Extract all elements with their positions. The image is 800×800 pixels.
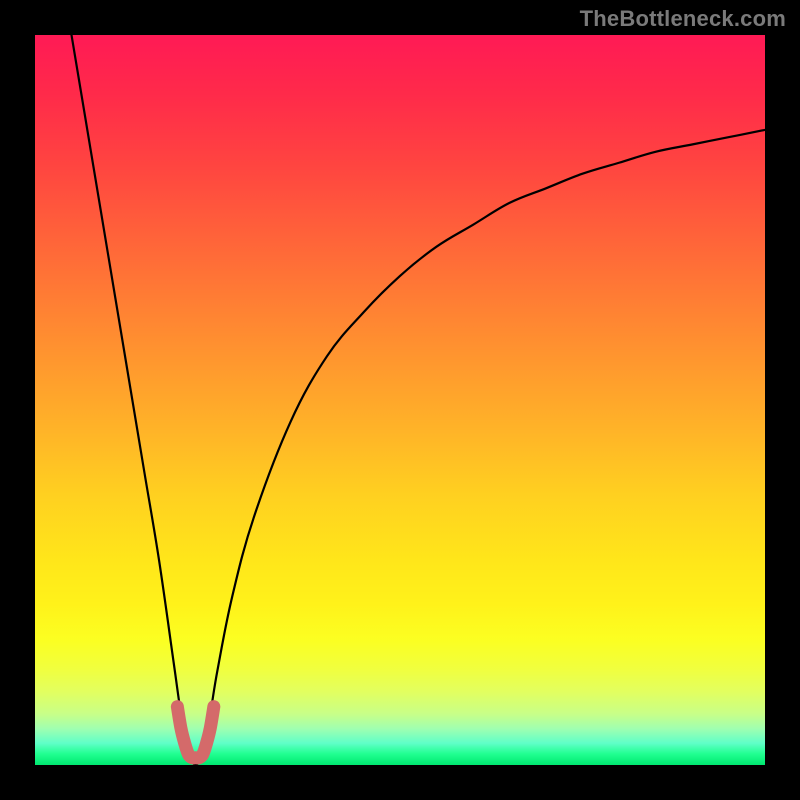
curve-layer bbox=[35, 35, 765, 765]
chart-frame: TheBottleneck.com bbox=[0, 0, 800, 800]
optimal-marker bbox=[177, 707, 214, 758]
watermark-text: TheBottleneck.com bbox=[580, 6, 786, 32]
bottleneck-curve bbox=[72, 35, 766, 765]
plot-area bbox=[35, 35, 765, 765]
